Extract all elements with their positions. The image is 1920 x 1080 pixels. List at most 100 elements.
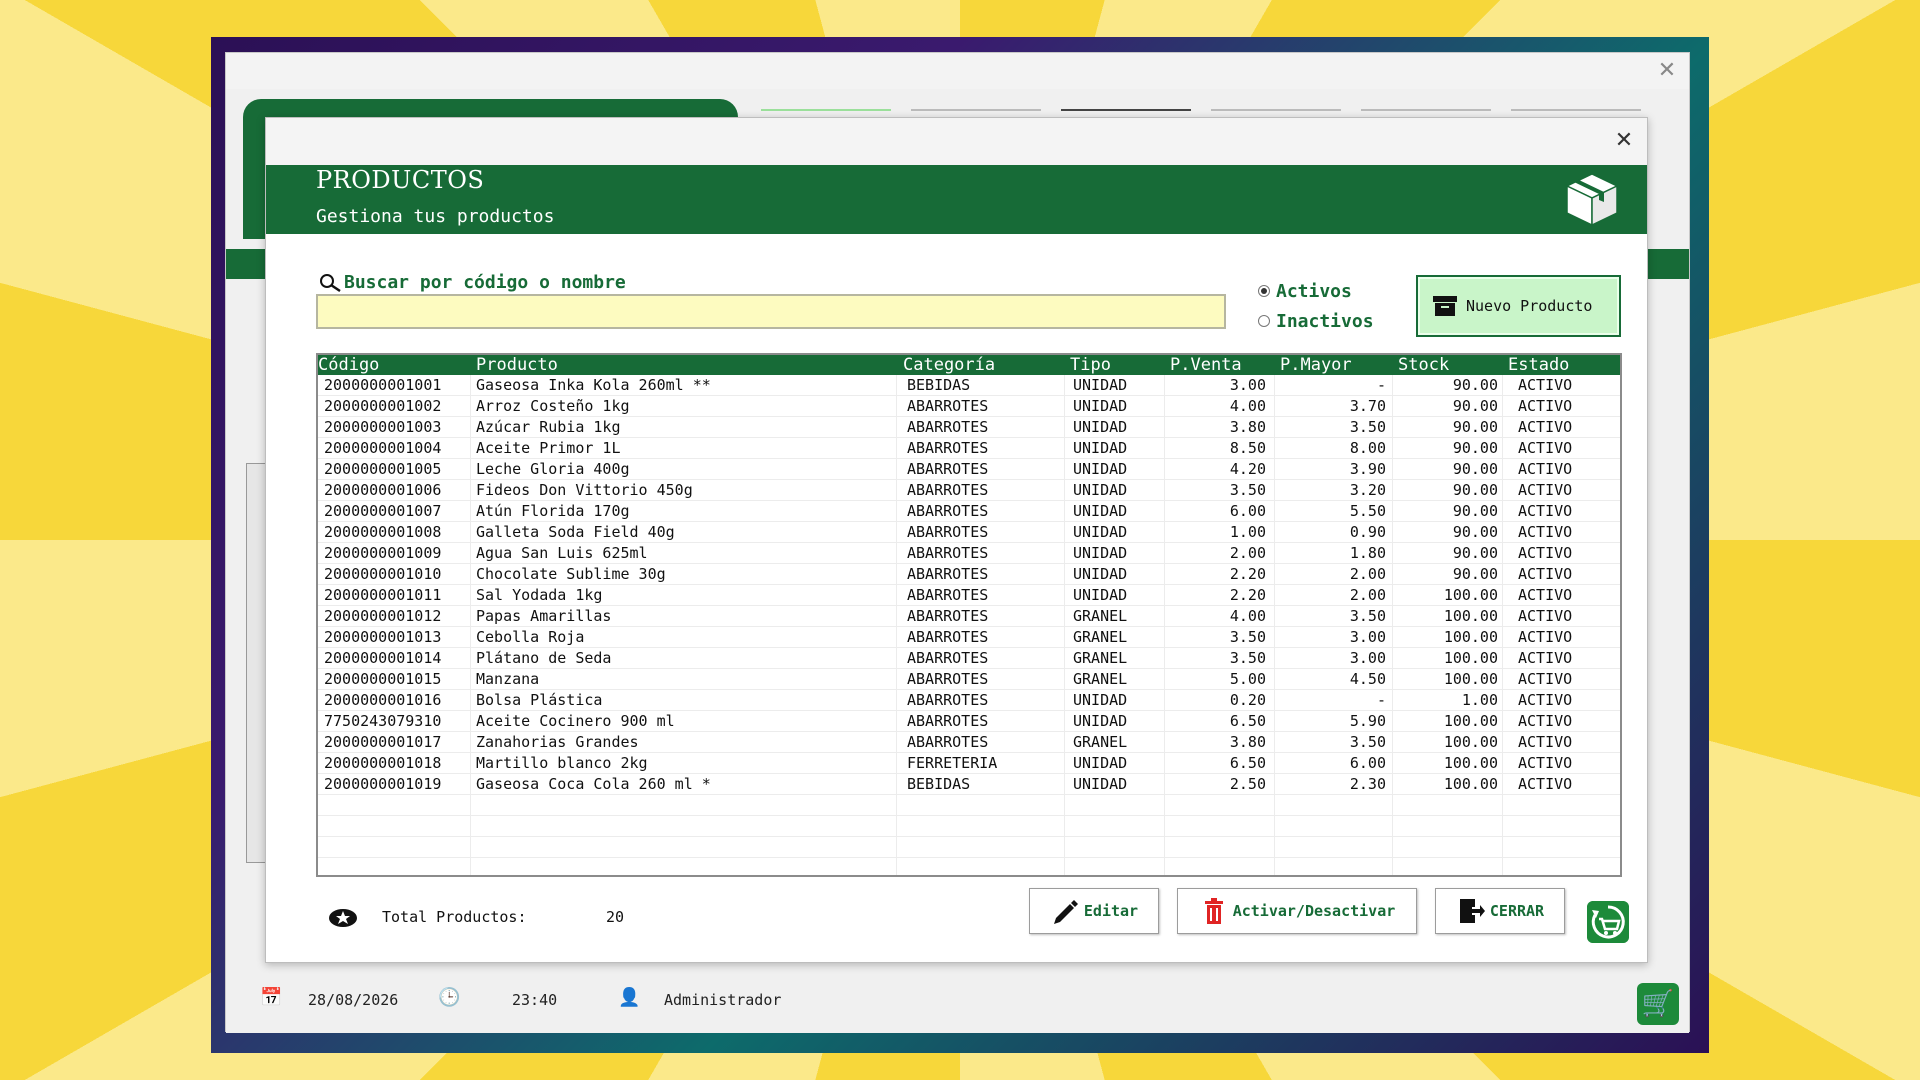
table-row[interactable]: 2000000001007 Atún Florida 170g ABARROTES U… <box>318 501 1620 522</box>
box-icon <box>1565 173 1619 227</box>
modal-titlebar: ✕ <box>266 118 1647 165</box>
cell-product: Chocolate Sublime 30g <box>476 565 666 583</box>
filter-inactive-radio[interactable]: Inactivos <box>1258 306 1374 336</box>
cell-type: UNIDAD <box>1073 565 1128 583</box>
cell-wholesale-price: - <box>1376 376 1386 394</box>
cell-product: Aceite Cocinero 900 ml <box>476 712 675 730</box>
cell-category: BEBIDAS <box>907 775 971 793</box>
table-row[interactable]: 2000000001018 Martillo blanco 2kg FERRETER… <box>318 753 1620 774</box>
column-header-code[interactable]: Código <box>318 355 379 375</box>
cell-code: 2000000001012 <box>324 607 442 625</box>
clock-icon: 🕒 <box>438 987 461 1008</box>
cell-status: ACTIVO <box>1518 439 1573 457</box>
toggle-status-label: Activar/Desactivar <box>1232 902 1396 920</box>
cell-sale-price: 3.80 <box>1229 733 1266 751</box>
close-button[interactable]: CERRAR <box>1435 888 1565 934</box>
table-header: Código Producto Categoría Tipo P.Venta P… <box>318 355 1620 375</box>
cell-code: 2000000001009 <box>324 544 442 562</box>
cell-status: ACTIVO <box>1518 649 1573 667</box>
column-header-category[interactable]: Categoría <box>903 355 995 375</box>
cell-status: ACTIVO <box>1518 754 1573 772</box>
table-row[interactable]: 7750243079310 Aceite Cocinero 900 ml ABARR… <box>318 711 1620 732</box>
cell-wholesale-price: 2.30 <box>1349 775 1386 793</box>
table-row[interactable]: 2000000001006 Fideos Don Vittorio 450g ABA… <box>318 480 1620 501</box>
cell-stock: 100.00 <box>1443 586 1498 604</box>
cell-status: ACTIVO <box>1518 502 1573 520</box>
cell-sale-price: 2.00 <box>1229 544 1266 562</box>
search-label: Buscar por código o nombre <box>344 272 626 293</box>
cell-sale-price: 3.00 <box>1229 376 1266 394</box>
search-input[interactable] <box>316 294 1226 329</box>
cell-product: Azúcar Rubia 1kg <box>476 418 621 436</box>
cell-product: Sal Yodada 1kg <box>476 586 603 604</box>
cell-code: 2000000001001 <box>324 376 442 394</box>
cell-code: 2000000001003 <box>324 418 442 436</box>
cell-status: ACTIVO <box>1518 691 1573 709</box>
cell-code: 2000000001002 <box>324 397 442 415</box>
cell-type: UNIDAD <box>1073 691 1128 709</box>
cell-stock: 100.00 <box>1443 670 1498 688</box>
table-row[interactable]: 2000000001005 Leche Gloria 400g ABARROTES U… <box>318 459 1620 480</box>
cell-status: ACTIVO <box>1518 733 1573 751</box>
cell-product: Manzana <box>476 670 540 688</box>
edit-button[interactable]: Editar <box>1029 888 1159 934</box>
cell-sale-price: 1.00 <box>1229 523 1266 541</box>
status-user: Administrador <box>664 991 782 1009</box>
cell-status: ACTIVO <box>1518 544 1573 562</box>
cell-stock: 90.00 <box>1452 439 1498 457</box>
table-row[interactable]: 2000000001010 Chocolate Sublime 30g ABARRO… <box>318 564 1620 585</box>
cell-wholesale-price: 0.90 <box>1349 523 1386 541</box>
cell-category: ABARROTES <box>907 628 989 646</box>
table-row[interactable]: 2000000001004 Aceite Primor 1L ABARROTES UN… <box>318 438 1620 459</box>
user-icon: 👤 <box>618 987 641 1008</box>
column-header-product[interactable]: Producto <box>476 355 558 375</box>
table-row[interactable]: 2000000001001 Gaseosa Inka Kola 260ml ** B… <box>318 375 1620 396</box>
cell-status: ACTIVO <box>1518 775 1573 793</box>
modal-close-icon[interactable]: ✕ <box>1609 126 1639 156</box>
table-row[interactable]: 2000000001008 Galleta Soda Field 40g ABARR… <box>318 522 1620 543</box>
new-product-button[interactable]: Nuevo Producto <box>1416 275 1621 337</box>
column-header-sale-price[interactable]: P.Venta <box>1170 355 1242 375</box>
toggle-status-button[interactable]: Activar/Desactivar <box>1177 888 1417 934</box>
cell-type: UNIDAD <box>1073 460 1128 478</box>
cell-wholesale-price: 3.50 <box>1349 733 1386 751</box>
cell-category: BEBIDAS <box>907 376 971 394</box>
cell-stock: 1.00 <box>1461 691 1498 709</box>
main-window-close-icon[interactable]: ✕ <box>1653 57 1681 85</box>
column-header-type[interactable]: Tipo <box>1070 355 1111 375</box>
table-row[interactable]: 2000000001012 Papas Amarillas ABARROTES GRA… <box>318 606 1620 627</box>
cell-stock: 100.00 <box>1443 733 1498 751</box>
cell-code: 2000000001006 <box>324 481 442 499</box>
cell-sale-price: 3.50 <box>1229 481 1266 499</box>
table-row[interactable]: 2000000001009 Agua San Luis 625ml ABARROTE… <box>318 543 1620 564</box>
cell-code: 7750243079310 <box>324 712 442 730</box>
table-row[interactable]: 2000000001015 Manzana ABARROTES GRANEL 5.00 4… <box>318 669 1620 690</box>
cell-code: 2000000001019 <box>324 775 442 793</box>
cell-sale-price: 8.50 <box>1229 439 1266 457</box>
column-header-stock[interactable]: Stock <box>1398 355 1449 375</box>
table-row[interactable]: 2000000001017 Zanahorias Grandes ABARROTES… <box>318 732 1620 753</box>
column-header-status[interactable]: Estado <box>1508 355 1569 375</box>
table-row[interactable]: 2000000001011 Sal Yodada 1kg ABARROTES UNID… <box>318 585 1620 606</box>
table-row[interactable]: 2000000001013 Cebolla Roja ABARROTES GRANEL… <box>318 627 1620 648</box>
cell-status: ACTIVO <box>1518 523 1573 541</box>
table-row[interactable]: 2000000001019 Gaseosa Coca Cola 260 ml * B… <box>318 774 1620 795</box>
table-row[interactable]: 2000000001002 Arroz Costeño 1kg ABARROTES U… <box>318 396 1620 417</box>
page-title: PRODUCTOS <box>316 166 485 194</box>
app-logo-icon <box>1587 901 1629 943</box>
table-row[interactable]: 2000000001014 Plátano de Seda ABARROTES GRA… <box>318 648 1620 669</box>
cell-category: ABARROTES <box>907 544 989 562</box>
table-row[interactable]: 2000000001003 Azúcar Rubia 1kg ABARROTES UN… <box>318 417 1620 438</box>
cell-wholesale-price: 1.80 <box>1349 544 1386 562</box>
cell-sale-price: 6.50 <box>1229 754 1266 772</box>
cell-sale-price: 4.20 <box>1229 460 1266 478</box>
cell-stock: 100.00 <box>1443 712 1498 730</box>
filter-active-radio[interactable]: Activos <box>1258 276 1374 306</box>
cell-product: Arroz Costeño 1kg <box>476 397 630 415</box>
column-header-wholesale-price[interactable]: P.Mayor <box>1280 355 1352 375</box>
cell-type: UNIDAD <box>1073 754 1128 772</box>
cell-product: Papas Amarillas <box>476 607 612 625</box>
table-row[interactable]: 2000000001016 Bolsa Plástica ABARROTES UNID… <box>318 690 1620 711</box>
cell-type: GRANEL <box>1073 670 1128 688</box>
cell-status: ACTIVO <box>1518 628 1573 646</box>
